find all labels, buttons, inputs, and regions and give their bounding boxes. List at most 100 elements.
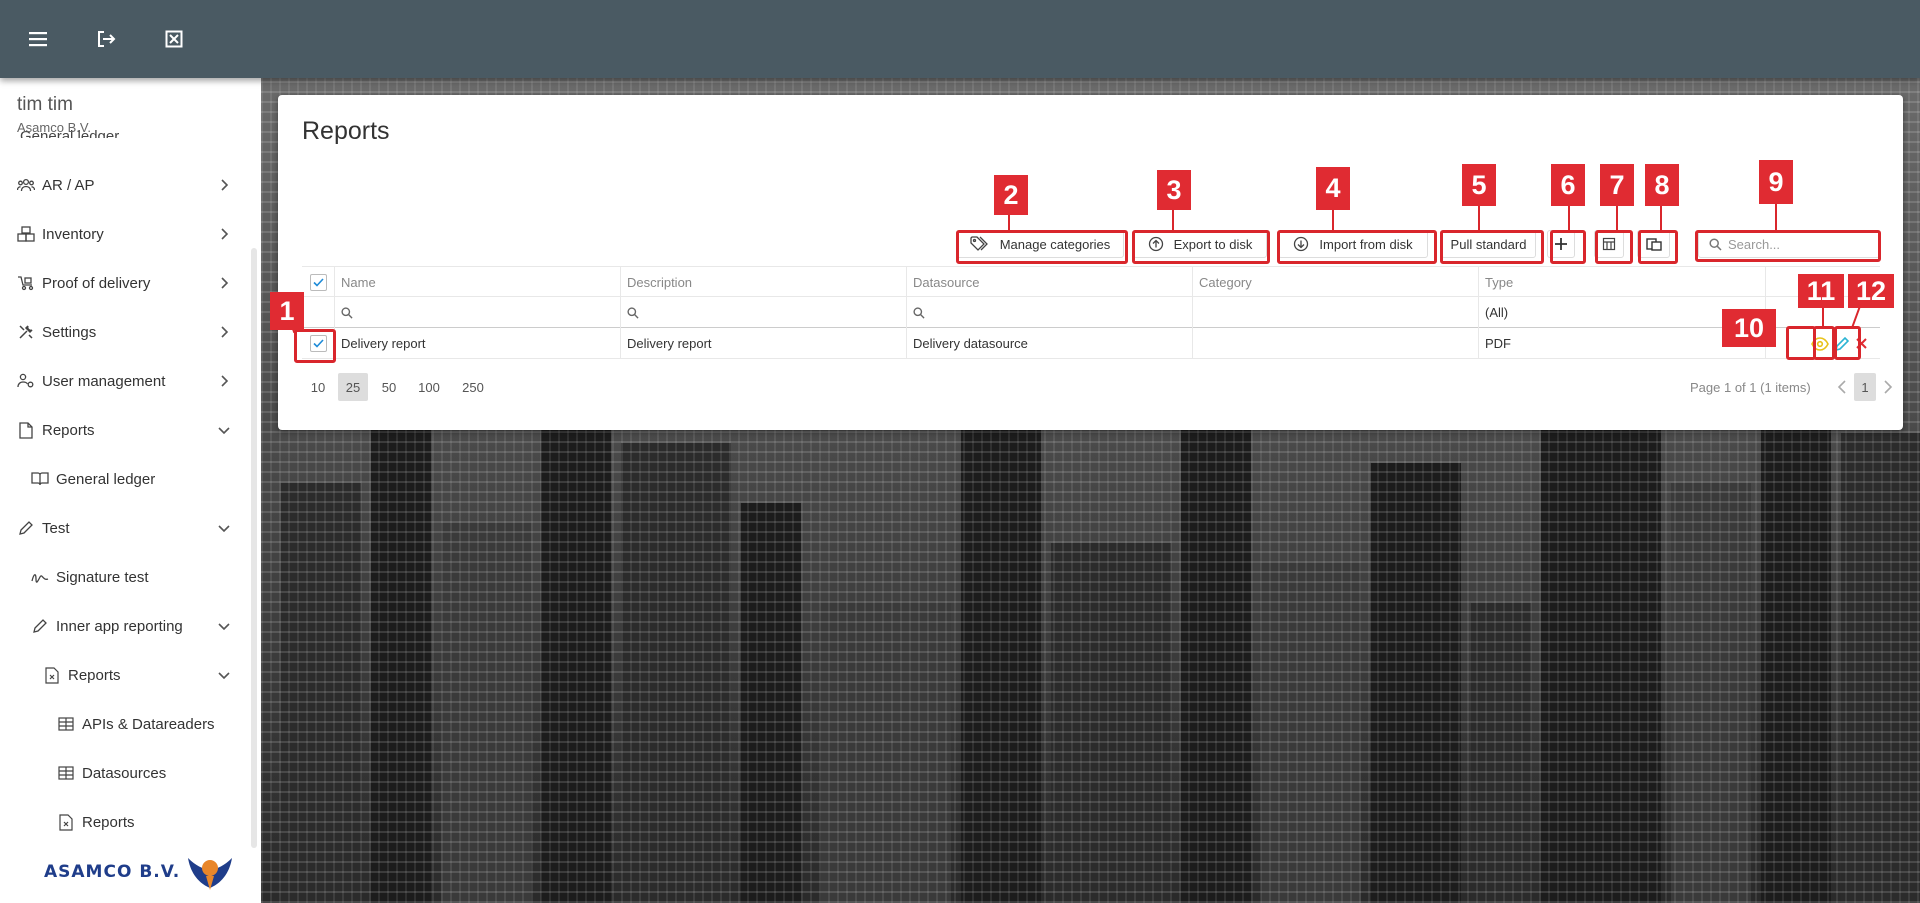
- sidebar-item-label: AR / AP: [42, 176, 95, 194]
- column-chooser-icon: [1602, 237, 1616, 251]
- cell-datasource: Delivery datasource: [907, 328, 1193, 359]
- sidebar-item-test[interactable]: Test: [0, 508, 250, 548]
- delivery-icon: [16, 273, 36, 293]
- page-size-option[interactable]: 50: [374, 373, 404, 401]
- button-label: Pull standard: [1450, 236, 1527, 252]
- sidebar-item-label: Inner app reporting: [56, 617, 183, 635]
- sidebar-item-signature-test[interactable]: Signature test: [0, 557, 250, 597]
- sidebar-item-inner-reports[interactable]: Reports: [0, 655, 250, 695]
- logout-icon[interactable]: [92, 25, 120, 53]
- close-window-icon[interactable]: [160, 25, 188, 53]
- page-number-current[interactable]: 1: [1854, 373, 1876, 401]
- sidebar-item-user-management[interactable]: User management: [0, 361, 250, 401]
- sidebar-item-sub-reports[interactable]: Reports: [0, 802, 250, 842]
- tools-icon: [16, 322, 36, 342]
- users-icon: [16, 175, 36, 195]
- boxes-icon: [16, 224, 36, 244]
- add-button[interactable]: [1547, 230, 1575, 258]
- pencil-icon: [30, 616, 50, 636]
- export-grid-button[interactable]: [1637, 230, 1670, 258]
- view-eye-icon[interactable]: [1811, 336, 1829, 351]
- sidebar-item-ar-ap[interactable]: AR / AP: [0, 165, 250, 205]
- row-checkbox[interactable]: [309, 335, 327, 352]
- annotation-number-7: 7: [1600, 164, 1634, 206]
- grid-header-row: Name Description Datasource Category Typ…: [302, 266, 1880, 298]
- column-chooser-button[interactable]: [1594, 230, 1624, 258]
- sidebar-item-label: Reports: [42, 421, 95, 439]
- filter-datasource[interactable]: [907, 297, 1193, 328]
- delete-x-icon[interactable]: [1855, 337, 1868, 350]
- filter-name[interactable]: [335, 297, 621, 328]
- next-page-button[interactable]: [1878, 373, 1898, 401]
- search-input[interactable]: [1728, 236, 1868, 252]
- column-header-category[interactable]: Category: [1193, 267, 1479, 298]
- menu-icon[interactable]: [24, 25, 52, 53]
- page-size-option-active[interactable]: 25: [338, 373, 368, 401]
- sidebar-item-inventory[interactable]: Inventory: [0, 214, 250, 254]
- pull-standard-button[interactable]: Pull standard: [1441, 230, 1536, 258]
- annotation-number-12: 12: [1848, 274, 1894, 308]
- sidebar-item-proof-of-delivery[interactable]: Proof of delivery: [0, 263, 250, 303]
- sidebar-item-settings[interactable]: Settings: [0, 312, 250, 352]
- annotation-number-2: 2: [994, 175, 1028, 215]
- chevron-right-icon: [1884, 380, 1893, 394]
- annotation-line-5: [1478, 206, 1480, 232]
- page-title: Reports: [302, 117, 390, 145]
- page-size-option[interactable]: 100: [410, 373, 448, 401]
- filter-description[interactable]: [621, 297, 907, 328]
- user-gear-icon: [16, 371, 36, 391]
- user-name: tim tim: [17, 94, 73, 115]
- table-row[interactable]: Delivery report Delivery report Delivery…: [302, 328, 1880, 359]
- sidebar-item-reports[interactable]: Reports: [0, 410, 250, 450]
- sidebar-item-inner-app-reporting[interactable]: Inner app reporting: [0, 606, 250, 646]
- import-from-disk-button[interactable]: Import from disk: [1278, 230, 1428, 258]
- tags-icon: [970, 236, 988, 251]
- book-icon: [30, 469, 50, 489]
- sidebar-item-datasources[interactable]: Datasources: [0, 753, 250, 793]
- column-header-datasource[interactable]: Datasource: [907, 267, 1193, 298]
- cell-description: Delivery report: [621, 328, 907, 359]
- column-header-type[interactable]: Type: [1479, 267, 1766, 298]
- page-info: Page 1 of 1 (1 items): [1690, 380, 1811, 395]
- annotation-number-4: 4: [1316, 167, 1350, 210]
- row-actions: [1766, 328, 1880, 359]
- sidebar-item-apis-datareaders[interactable]: APIs & Datareaders: [0, 704, 250, 744]
- filter-category[interactable]: [1193, 297, 1479, 328]
- download-circle-icon: [1294, 236, 1309, 252]
- column-header-name[interactable]: Name: [335, 267, 621, 298]
- sidebar-item-general-ledger[interactable]: General ledger: [0, 459, 250, 499]
- manage-categories-button[interactable]: Manage categories: [956, 230, 1124, 258]
- annotation-line-9: [1775, 204, 1777, 232]
- cell-name: Delivery report: [335, 328, 621, 359]
- eagle-logo-icon: [188, 858, 233, 890]
- select-all-cell: [302, 267, 335, 298]
- sidebar-item-label: Reports: [68, 666, 121, 684]
- search-icon: [341, 306, 353, 319]
- sidebar-scrollbar[interactable]: [251, 248, 257, 848]
- annotation-number-9: 9: [1759, 160, 1793, 204]
- page-size-option[interactable]: 250: [454, 373, 492, 401]
- column-header-description[interactable]: Description: [621, 267, 907, 298]
- prev-page-button[interactable]: [1832, 373, 1852, 401]
- upload-circle-icon: [1148, 236, 1163, 252]
- sidebar-item-label: Reports: [82, 813, 135, 831]
- chevron-down-icon: [218, 672, 230, 680]
- chevron-right-icon: [221, 375, 229, 387]
- export-grid-icon: [1645, 238, 1662, 251]
- annotation-line-11: [1822, 306, 1824, 328]
- chevron-right-icon: [221, 326, 229, 338]
- annotation-line-2: [1008, 214, 1010, 232]
- search-box[interactable]: [1698, 230, 1880, 258]
- select-all-checkbox[interactable]: [309, 274, 327, 291]
- page-size-option[interactable]: 10: [304, 373, 332, 401]
- edit-pencil-icon[interactable]: [1834, 336, 1850, 352]
- button-label: Manage categories: [999, 236, 1111, 252]
- export-to-disk-button[interactable]: Export to disk: [1133, 230, 1267, 258]
- button-label: Import from disk: [1319, 236, 1413, 252]
- sidebar-item-label: APIs & Datareaders: [82, 715, 215, 733]
- company-logo: ASAMCO B.V.: [44, 852, 234, 892]
- cell-category: [1193, 328, 1479, 359]
- sidebar-item-label: Test: [42, 519, 70, 537]
- filter-type-value: (All): [1485, 305, 1509, 320]
- annotation-number-8: 8: [1645, 164, 1679, 206]
